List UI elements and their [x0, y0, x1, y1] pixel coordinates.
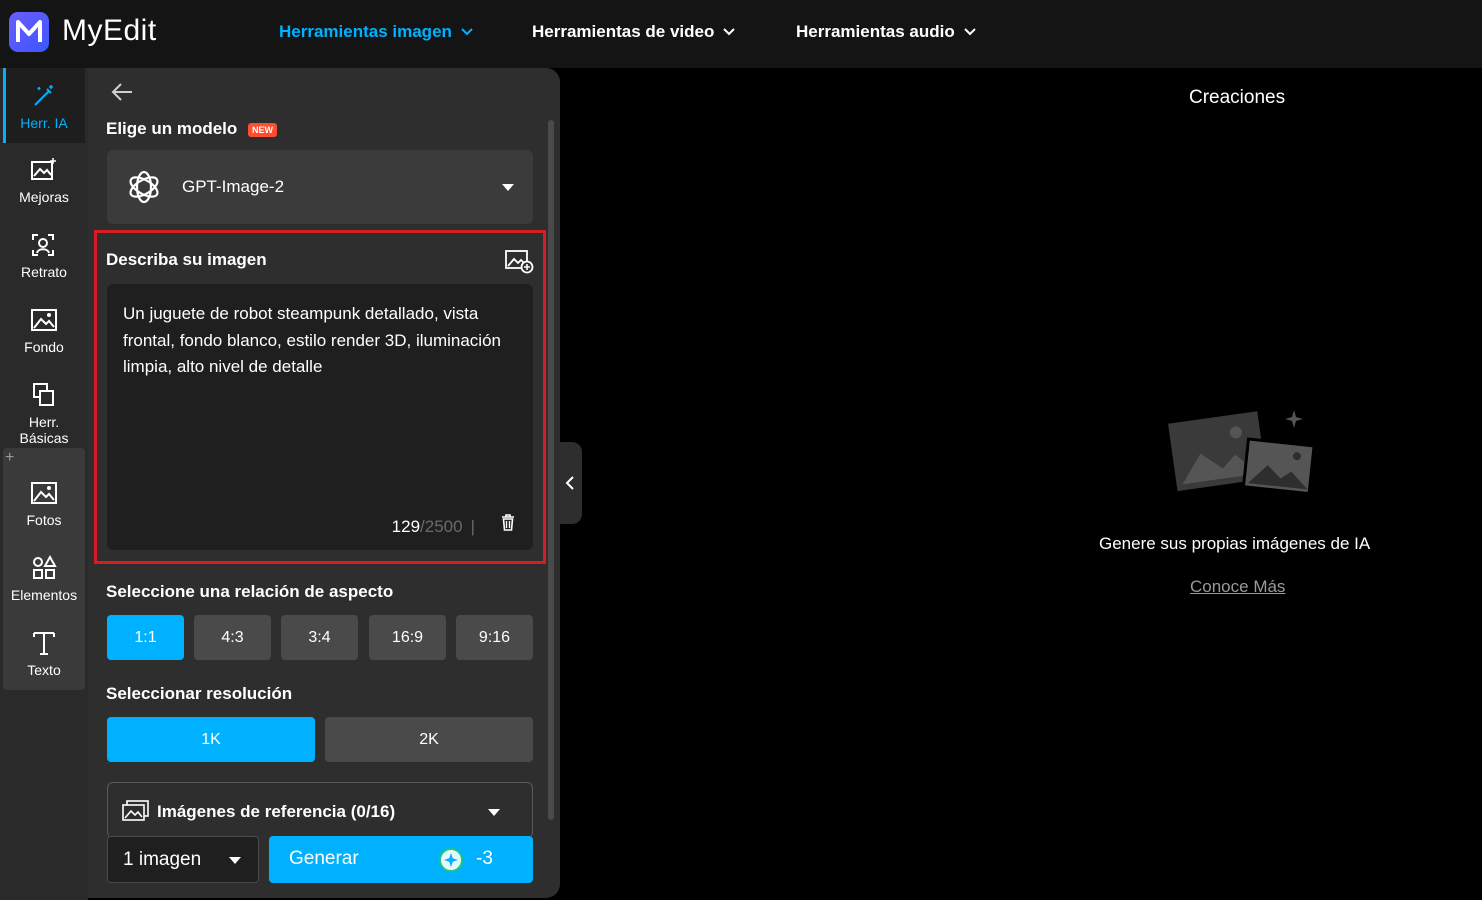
rail-item-label: Herr. IA	[20, 115, 68, 131]
prompt-textarea[interactable]: Un juguete de robot steampunk detallado,…	[107, 284, 533, 550]
collapse-panel-button[interactable]	[560, 442, 582, 524]
model-select[interactable]: GPT-Image-2	[107, 150, 533, 224]
rail-item-label: Fondo	[24, 339, 64, 355]
aspect-9-16-button[interactable]: 9:16	[456, 615, 533, 660]
nav-video-tools[interactable]: Herramientas de video	[532, 22, 736, 42]
prompt-text[interactable]: Un juguete de robot steampunk detallado,…	[123, 301, 518, 381]
rail-item-elements[interactable]: Elementos	[3, 541, 85, 616]
rail-item-basic-tools[interactable]: Herr. Básicas	[3, 368, 85, 446]
rail-item-label: Texto	[27, 662, 61, 678]
rail-item-label: Herr. Básicas	[19, 414, 69, 446]
tool-rail: Herr. IA Mejoras Retrato Fondo Herr. Bás…	[0, 68, 88, 900]
portrait-icon	[32, 234, 54, 256]
caret-down-icon	[488, 809, 500, 816]
rail-item-portrait[interactable]: Retrato	[3, 218, 85, 293]
aspect-1-1-button[interactable]: 1:1	[107, 615, 184, 660]
aspect-16-9-button[interactable]: 16:9	[369, 615, 446, 660]
generate-button[interactable]: Generar -3	[269, 836, 533, 883]
char-counter: 129/2500 |	[392, 517, 475, 537]
rail-item-background[interactable]: Fondo	[3, 293, 85, 368]
rail-plus-icon[interactable]: +	[5, 449, 14, 467]
ai-image-panel: Elige un modelo NEW GPT-Image-2 Describa…	[88, 68, 560, 898]
shapes-icon	[33, 555, 57, 579]
chevron-left-icon	[565, 476, 574, 490]
rail-item-text[interactable]: Texto	[3, 616, 85, 691]
panel-scrollbar[interactable]	[548, 120, 554, 820]
openai-logo-icon	[129, 170, 159, 204]
back-arrow-icon[interactable]	[111, 82, 133, 107]
learn-more-link[interactable]: Conoce Más	[1190, 577, 1285, 597]
crop-icon	[33, 383, 54, 406]
active-indicator	[3, 68, 6, 143]
image-enhance-icon	[31, 158, 56, 180]
empty-gallery-icon	[1168, 410, 1316, 496]
magic-wand-icon	[34, 85, 53, 106]
model-heading-label: Elige un modelo	[106, 119, 238, 138]
generate-label: Generar	[289, 848, 359, 869]
image-count-label: 1 imagen	[123, 849, 202, 870]
char-max: /2500	[420, 517, 463, 536]
reference-images-toggle[interactable]: Imágenes de referencia (0/16)	[107, 782, 533, 838]
reference-images-label: Imágenes de referencia (0/16)	[157, 802, 396, 821]
rail-item-label: Retrato	[21, 264, 67, 280]
resolution-1k-button[interactable]: 1K	[107, 717, 315, 762]
aspect-4-3-button[interactable]: 4:3	[194, 615, 271, 660]
chevron-down-icon	[461, 28, 473, 36]
model-heading: Elige un modelo NEW	[106, 119, 278, 139]
background-icon	[31, 309, 57, 331]
aspect-3-4-button[interactable]: 3:4	[281, 615, 358, 660]
nav-audio-tools-label: Herramientas audio	[796, 22, 955, 41]
images-icon	[122, 800, 149, 821]
rail-item-enhance[interactable]: Mejoras	[3, 143, 85, 218]
image-count-select[interactable]: 1 imagen	[107, 836, 259, 883]
model-name: GPT-Image-2	[182, 177, 285, 196]
nav-image-tools-label: Herramientas imagen	[279, 22, 452, 41]
trash-icon[interactable]	[501, 514, 515, 536]
nav-video-tools-label: Herramientas de video	[532, 22, 715, 41]
rail-item-label: Mejoras	[19, 189, 69, 205]
char-count: 129	[391, 517, 421, 536]
empty-state-text: Genere sus propias imágenes de IA	[1099, 534, 1371, 553]
new-badge: NEW	[248, 122, 278, 137]
rail-item-photos[interactable]: Fotos	[3, 466, 85, 541]
caret-down-icon	[502, 184, 514, 191]
chevron-down-icon	[723, 28, 736, 36]
rail-item-label: Elementos	[10, 587, 78, 603]
chevron-down-icon	[964, 28, 976, 36]
resolution-2k-button[interactable]: 2K	[325, 717, 533, 762]
resolution-heading: Seleccionar resolución	[106, 684, 293, 703]
nav-audio-tools[interactable]: Herramientas audio	[796, 22, 976, 42]
aspect-heading: Seleccione una relación de aspecto	[106, 582, 394, 601]
photo-icon	[31, 482, 57, 504]
generate-cost: -3	[476, 848, 493, 869]
rail-item-ai-tools[interactable]: Herr. IA	[3, 68, 85, 143]
nav-image-tools[interactable]: Herramientas imagen	[279, 22, 473, 42]
rail-item-label: Fotos	[26, 512, 62, 528]
prompt-heading: Describa su imagen	[106, 250, 267, 269]
text-icon	[33, 632, 55, 655]
myedit-logo-icon[interactable]	[9, 12, 49, 52]
add-image-icon[interactable]	[504, 248, 534, 279]
counter-separator: |	[470, 517, 475, 536]
caret-down-icon	[229, 857, 241, 864]
app-name[interactable]: MyEdit	[62, 14, 157, 48]
credit-icon	[439, 848, 463, 872]
creations-title: Creaciones	[1189, 87, 1286, 108]
top-bar: MyEdit Herramientas imagen Herramientas …	[0, 0, 1482, 68]
